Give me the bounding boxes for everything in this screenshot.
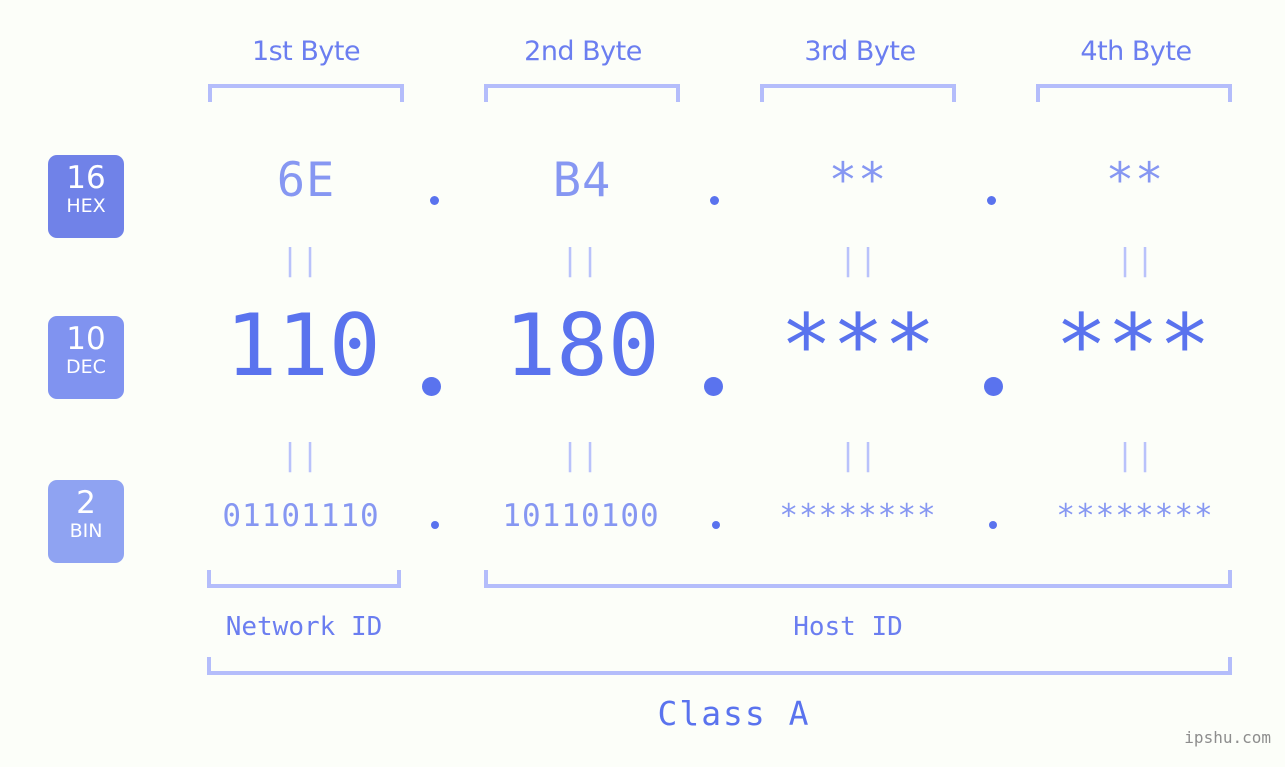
equals-mark-dec-bin-2: || [561,438,602,473]
byte-bracket-top-3 [760,84,956,102]
hex-octet-3: ** [828,153,888,208]
hex-octet-4: ** [1105,153,1165,208]
dec-octet-4: *** [1055,296,1211,396]
network-id-bracket [207,570,401,588]
base-badge-bin: 2 BIN [48,480,124,563]
dec-dot-separator-3 [984,377,1003,396]
byte-bracket-top-1 [208,84,404,102]
base-badge-bin-abbr: BIN [69,520,103,542]
bin-octet-2: 10110100 [502,498,660,534]
base-badge-dec-number: 10 [66,321,106,357]
bin-octet-1: 01101110 [222,498,380,534]
bin-dot-separator-3 [989,521,997,529]
bin-octet-3: ******** [779,498,937,534]
byte-header-1: 1st Byte [251,36,361,67]
class-bracket [207,657,1232,675]
ip-class-label: Class A [657,694,811,733]
byte-header-2: 2nd Byte [524,36,642,67]
hex-octet-1: 6E [276,153,336,208]
equals-mark-hex-dec-4: || [1116,243,1157,278]
equals-mark-hex-dec-3: || [839,243,880,278]
byte-header-3: 3rd Byte [804,36,916,67]
hex-dot-separator-1 [430,196,439,205]
equals-mark-dec-bin-3: || [839,438,880,473]
dec-dot-separator-1 [422,377,441,396]
dec-dot-separator-2 [704,377,723,396]
equals-mark-dec-bin-4: || [1116,438,1157,473]
equals-mark-hex-dec-2: || [561,243,602,278]
ip-address-breakdown-diagram: 1st Byte 2nd Byte 3rd Byte 4th Byte 16 H… [0,0,1285,767]
hex-dot-separator-2 [710,196,719,205]
site-watermark: ipshu.com [1184,728,1271,747]
dec-octet-2: 180 [504,296,660,396]
byte-bracket-top-4 [1036,84,1232,102]
hex-dot-separator-3 [987,196,996,205]
host-id-bracket [484,570,1232,588]
byte-bracket-top-2 [484,84,680,102]
equals-mark-dec-bin-1: || [281,438,322,473]
byte-header-4: 4th Byte [1080,36,1192,67]
bin-dot-separator-2 [712,521,720,529]
base-badge-hex-number: 16 [66,160,106,196]
base-badge-hex-abbr: HEX [66,195,106,217]
dec-octet-3: *** [780,296,936,396]
host-id-label: Host ID [793,612,903,642]
base-badge-hex: 16 HEX [48,155,124,238]
network-id-label: Network ID [225,612,383,642]
base-badge-dec-abbr: DEC [66,356,106,378]
base-badge-bin-number: 2 [76,485,96,521]
hex-octet-2: B4 [552,153,612,208]
bin-octet-4: ******** [1056,498,1214,534]
bin-dot-separator-1 [431,521,439,529]
equals-mark-hex-dec-1: || [281,243,322,278]
dec-octet-1: 110 [225,296,381,396]
base-badge-dec: 10 DEC [48,316,124,399]
